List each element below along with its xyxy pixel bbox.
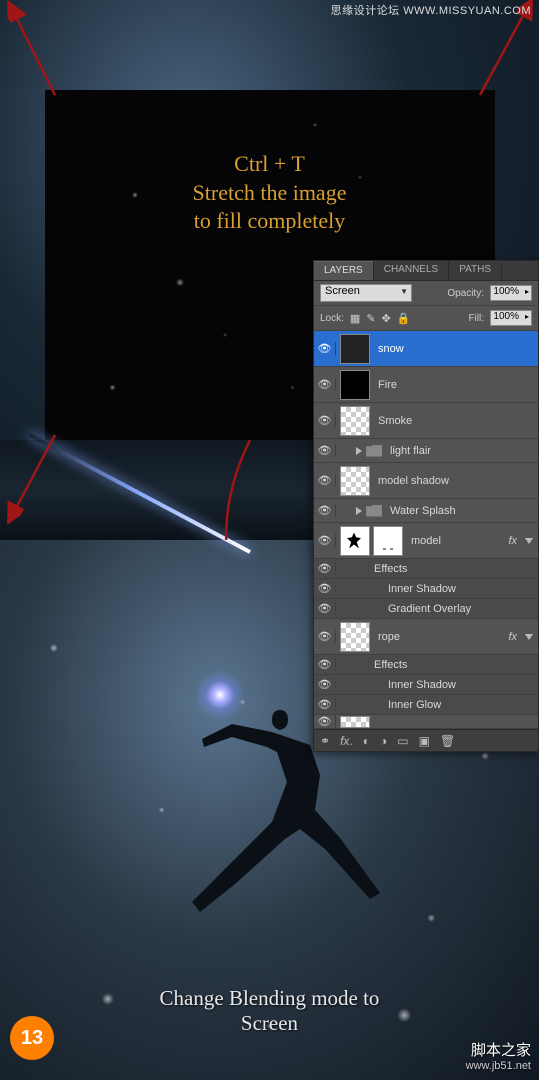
- effect-label: Effects: [374, 563, 407, 575]
- folder-icon: [366, 445, 382, 457]
- layer-effects[interactable]: 👁 Effects: [314, 559, 538, 579]
- expand-icon[interactable]: [356, 447, 362, 455]
- watermark-bottom: 脚本之家 www.jb51.net: [466, 1039, 531, 1072]
- instruction-bottom: Change Blending mode to Screen: [0, 986, 539, 1036]
- layer-thumb[interactable]: [340, 370, 370, 400]
- eye-icon[interactable]: 👁: [314, 630, 336, 643]
- adjust-footer-icon[interactable]: ◑: [380, 734, 387, 748]
- instruction-line: to fill completely: [0, 207, 539, 236]
- layer-thumb[interactable]: [340, 466, 370, 496]
- layers-list: 👁 snow 👁 Fire 👁 Smoke 👁 light flair 👁 mo…: [314, 331, 538, 729]
- new-layer-icon[interactable]: ▣: [419, 734, 430, 748]
- layer-group-water-splash[interactable]: 👁 Water Splash: [314, 499, 538, 523]
- eye-icon[interactable]: 👁: [314, 378, 336, 391]
- layer-group-light-flair[interactable]: 👁 light flair: [314, 439, 538, 463]
- group-footer-icon[interactable]: ▭: [397, 734, 408, 748]
- lock-row: Lock: ▦ ✎ ✥ 🔒 Fill: 100%: [314, 306, 538, 331]
- instruction-line: Change Blending mode to: [0, 986, 539, 1011]
- layer-mask[interactable]: [373, 526, 403, 556]
- step-badge: 13: [10, 1016, 54, 1060]
- layer-label: Fire: [378, 379, 397, 391]
- effect-label: Inner Glow: [388, 699, 441, 711]
- layer-label: Water Splash: [390, 505, 456, 517]
- effect-label: Effects: [374, 659, 407, 671]
- eye-icon[interactable]: 👁: [314, 678, 336, 691]
- eye-icon[interactable]: 👁: [314, 582, 336, 595]
- lock-move-icon[interactable]: ✥: [382, 312, 391, 325]
- eye-icon[interactable]: 👁: [314, 414, 336, 427]
- fx-footer-icon[interactable]: fx.: [340, 734, 353, 748]
- layer-effects[interactable]: 👁 Effects: [314, 655, 538, 675]
- eye-icon[interactable]: 👁: [314, 715, 336, 728]
- fx-expand-icon[interactable]: [525, 538, 533, 544]
- layer-label: model: [411, 535, 441, 547]
- panel-footer: ⚭ fx. ◐ ◑ ▭ ▣ 🗑: [314, 729, 538, 751]
- fx-badge[interactable]: fx: [508, 631, 517, 643]
- layer-thumb[interactable]: [340, 334, 370, 364]
- watermark-top: 思缘设计论坛 WWW.MISSYUAN.COM: [331, 2, 531, 18]
- tab-paths[interactable]: PATHS: [449, 261, 502, 280]
- layer-model[interactable]: 👁 model fx: [314, 523, 538, 559]
- fill-label: Fill:: [468, 313, 484, 324]
- layer-fire[interactable]: 👁 Fire: [314, 367, 538, 403]
- fx-expand-icon[interactable]: [525, 634, 533, 640]
- layer-effect-gradient-overlay[interactable]: 👁 Gradient Overlay: [314, 599, 538, 619]
- layer-effect-inner-shadow[interactable]: 👁 Inner Shadow: [314, 675, 538, 695]
- eye-icon[interactable]: 👁: [314, 602, 336, 615]
- layer-label: model shadow: [378, 475, 449, 487]
- layer-thumb[interactable]: [340, 622, 370, 652]
- effect-label: Inner Shadow: [388, 583, 456, 595]
- layer-snow[interactable]: 👁 snow: [314, 331, 538, 367]
- layer-model-shadow[interactable]: 👁 model shadow: [314, 463, 538, 499]
- instruction-top: Ctrl + T Stretch the image to fill compl…: [0, 150, 539, 236]
- eye-icon[interactable]: 👁: [314, 474, 336, 487]
- opacity-input[interactable]: 100%: [490, 285, 532, 301]
- lock-trans-icon[interactable]: ▦: [350, 312, 360, 325]
- layer-effect-inner-glow[interactable]: 👁 Inner Glow: [314, 695, 538, 715]
- layer-label: rope: [378, 631, 400, 643]
- panel-tabs: LAYERS CHANNELS PATHS: [314, 261, 538, 281]
- instruction-line: Stretch the image: [0, 179, 539, 208]
- layer-label: snow: [378, 343, 404, 355]
- eye-icon[interactable]: 👁: [314, 562, 336, 575]
- layer-partial[interactable]: 👁: [314, 715, 538, 729]
- fill-input[interactable]: 100%: [490, 310, 532, 326]
- effect-label: Inner Shadow: [388, 679, 456, 691]
- layer-smoke[interactable]: 👁 Smoke: [314, 403, 538, 439]
- expand-icon[interactable]: [356, 507, 362, 515]
- eye-icon[interactable]: 👁: [314, 444, 336, 457]
- mask-footer-icon[interactable]: ◐: [363, 734, 370, 748]
- eye-icon[interactable]: 👁: [314, 698, 336, 711]
- trash-icon[interactable]: 🗑: [440, 734, 455, 748]
- watermark-line: www.jb51.net: [466, 1060, 531, 1072]
- lock-all-icon[interactable]: 🔒: [397, 312, 411, 325]
- effect-label: Gradient Overlay: [388, 603, 471, 615]
- watermark-line: 脚本之家: [466, 1039, 531, 1060]
- layer-effect-inner-shadow[interactable]: 👁 Inner Shadow: [314, 579, 538, 599]
- lock-brush-icon[interactable]: ✎: [366, 312, 375, 325]
- tab-channels[interactable]: CHANNELS: [374, 261, 449, 280]
- eye-icon[interactable]: 👁: [314, 342, 336, 355]
- instruction-line: Ctrl + T: [0, 150, 539, 179]
- eye-icon[interactable]: 👁: [314, 658, 336, 671]
- layer-thumb[interactable]: [340, 526, 370, 556]
- lock-label: Lock:: [320, 313, 344, 324]
- fx-badge[interactable]: fx: [508, 535, 517, 547]
- layer-thumb[interactable]: [340, 406, 370, 436]
- layers-panel: LAYERS CHANNELS PATHS Screen Opacity: 10…: [313, 260, 539, 752]
- layer-thumb[interactable]: [340, 716, 370, 728]
- blend-row: Screen Opacity: 100%: [314, 281, 538, 306]
- instruction-line: Screen: [0, 1011, 539, 1036]
- opacity-label: Opacity:: [447, 288, 484, 299]
- eye-icon[interactable]: 👁: [314, 504, 336, 517]
- eye-icon[interactable]: 👁: [314, 534, 336, 547]
- tab-layers[interactable]: LAYERS: [314, 261, 374, 280]
- layer-label: Smoke: [378, 415, 412, 427]
- lock-icons: ▦ ✎ ✥ 🔒: [350, 312, 411, 325]
- blend-mode-select[interactable]: Screen: [320, 284, 412, 302]
- folder-icon: [366, 505, 382, 517]
- layer-rope[interactable]: 👁 rope fx: [314, 619, 538, 655]
- link-icon[interactable]: ⚭: [320, 734, 330, 748]
- layer-label: light flair: [390, 445, 431, 457]
